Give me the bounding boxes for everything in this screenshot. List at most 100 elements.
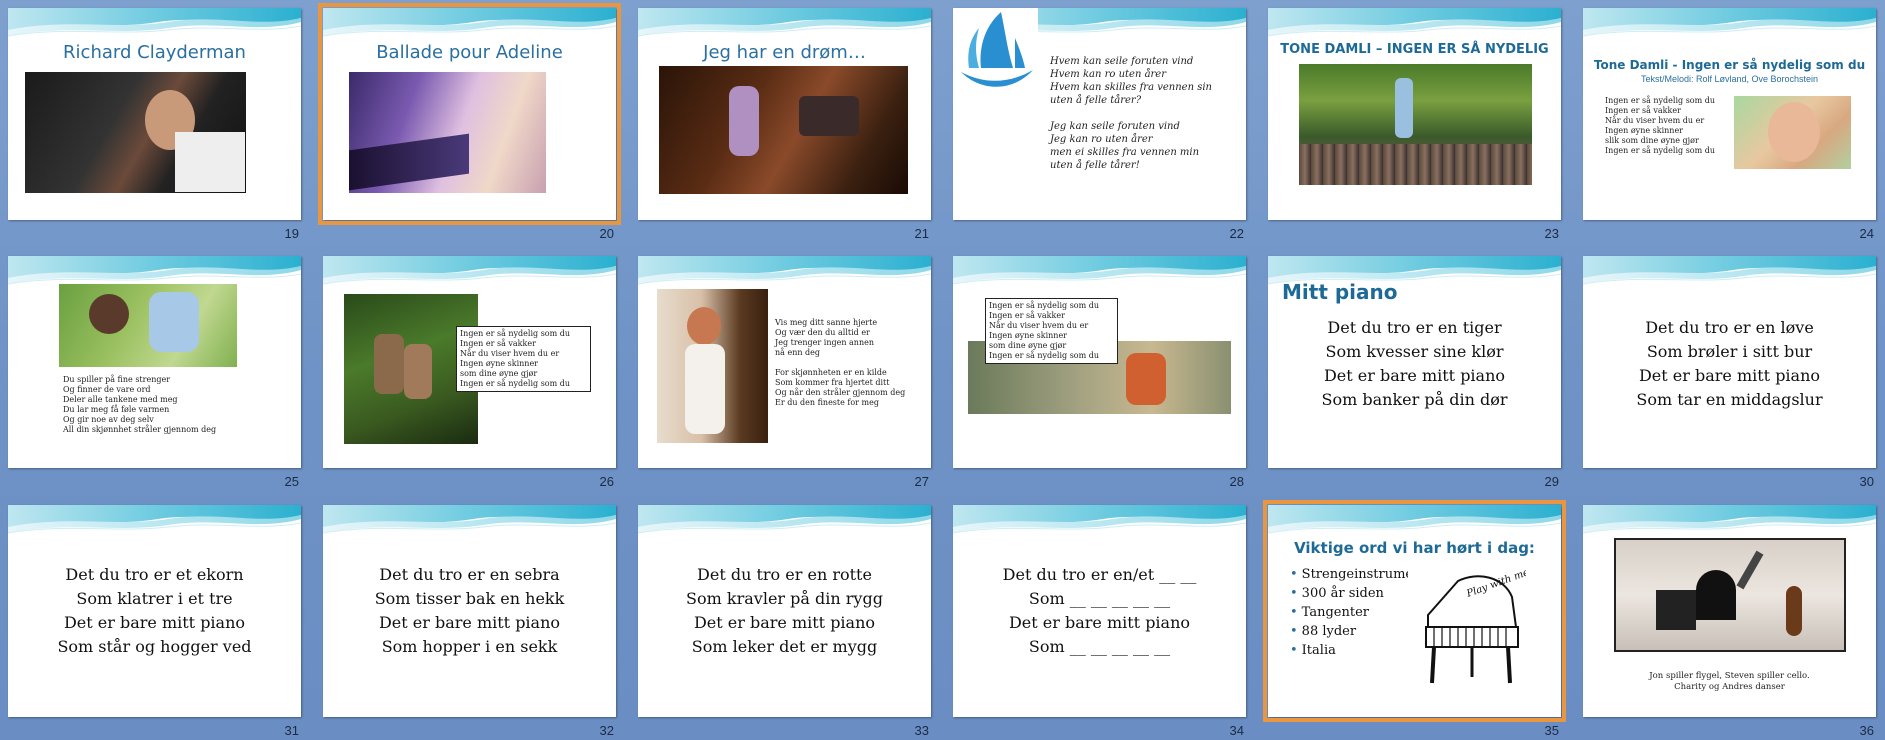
slide-25-thumbnail[interactable]: Du spiller på fine strenger Og finner de… bbox=[8, 256, 301, 468]
word-list-item: Italia bbox=[1290, 641, 1427, 660]
slide-30[interactable]: Det du tro er en løve Som brøler i sitt … bbox=[1583, 256, 1876, 489]
slide-21-thumbnail[interactable]: Jeg har en drøm… bbox=[638, 8, 931, 220]
song-lyrics: Du spiller på fine strenger Og finner de… bbox=[63, 375, 217, 434]
slide-36-thumbnail[interactable]: Jon spiller flygel, Steven spiller cello… bbox=[1583, 505, 1876, 717]
slide-33-thumbnail[interactable]: Det du tro er en rotte Som kravler på di… bbox=[638, 505, 931, 717]
poem-line: Som hopper i en sekk bbox=[381, 637, 558, 656]
poem-line: Som står og hogger ved bbox=[57, 637, 252, 656]
slide-24[interactable]: Tone Damli - Ingen er så nydelig som du … bbox=[1583, 8, 1876, 241]
piano-performance-photo bbox=[349, 72, 546, 193]
slide-28-thumbnail[interactable]: Ingen er så nydelig som du Ingen er så v… bbox=[953, 256, 1246, 468]
slide-29[interactable]: Mitt piano Det du tro er en tiger Som kv… bbox=[1268, 256, 1561, 489]
slide-20[interactable]: Ballade pour Adeline 20 bbox=[318, 3, 621, 241]
slide-26[interactable]: Ingen er så nydelig som du Ingen er så v… bbox=[323, 256, 616, 489]
slide-title: Richard Clayderman bbox=[63, 42, 246, 63]
poem-line: Det er bare mitt piano bbox=[1323, 366, 1506, 385]
song-lyrics: Ingen er så nydelig som du Ingen er så v… bbox=[1605, 96, 1716, 155]
wave-decoration bbox=[1583, 8, 1876, 48]
word-list-item: 300 år siden bbox=[1290, 584, 1427, 603]
father-child-photo bbox=[59, 284, 237, 367]
smiling-boy-photo bbox=[1734, 96, 1851, 169]
slide-title: Mitt piano bbox=[1282, 280, 1398, 304]
poem-line: Det du tro er en tiger bbox=[1327, 318, 1502, 337]
song-lyrics: Vis meg ditt sanne hjerte Og vær den du … bbox=[775, 318, 906, 407]
slide-22[interactable]: Hvem kan seile foruten vind Hvem kan ro … bbox=[953, 8, 1246, 241]
slide-title: Jeg har en drøm… bbox=[703, 42, 866, 63]
slide-32[interactable]: Det du tro er en sebra Som tisser bak en… bbox=[323, 505, 616, 738]
slide-35-thumbnail[interactable]: Viktige ord vi har hørt i dag: Strengein… bbox=[1263, 500, 1566, 722]
poem-line: Som kvesser sine klør bbox=[1325, 342, 1504, 361]
slide-19-thumbnail[interactable]: Richard Clayderman bbox=[8, 8, 301, 220]
slide-31[interactable]: Det du tro er et ekorn Som klatrer i et … bbox=[8, 505, 301, 738]
wave-decoration bbox=[953, 505, 1246, 545]
poem-text: Det du tro er en sebra Som tisser bak en… bbox=[323, 563, 616, 659]
poem-line: Det du tro er en/et __ __ bbox=[1002, 565, 1197, 584]
wave-decoration bbox=[8, 505, 301, 545]
slide-title: TONE DAMLI – INGEN ER SÅ NYDELIG bbox=[1280, 42, 1549, 57]
poem-line: Som klatrer i et tre bbox=[76, 589, 233, 608]
poem-line: Som __ __ __ __ __ bbox=[1028, 637, 1171, 656]
slide-31-thumbnail[interactable]: Det du tro er et ekorn Som klatrer i et … bbox=[8, 505, 301, 717]
slide-35[interactable]: Viktige ord vi har hørt i dag: Strengein… bbox=[1263, 500, 1566, 738]
photo-caption: Jon spiller flygel, Steven spiller cello… bbox=[1649, 671, 1810, 692]
piano-drawing-icon: Play with me bbox=[1408, 567, 1531, 691]
word-list-item: 88 lyder bbox=[1290, 622, 1427, 641]
slide-number: 36 bbox=[1859, 723, 1874, 738]
slide-number: 32 bbox=[599, 723, 614, 738]
poem-line: Som tar en middagslur bbox=[1636, 390, 1823, 409]
wave-decoration bbox=[953, 256, 1246, 296]
slide-19[interactable]: Richard Clayderman 19 bbox=[8, 8, 301, 241]
slide-number: 30 bbox=[1859, 474, 1874, 489]
slide-title: Tone Damli - Ingen er så nydelig som du bbox=[1593, 58, 1866, 72]
slide-25[interactable]: Du spiller på fine strenger Og finner de… bbox=[8, 256, 301, 489]
slide-number: 21 bbox=[914, 226, 929, 241]
slide-34[interactable]: Det du tro er en/et __ __ Som __ __ __ _… bbox=[953, 505, 1246, 738]
slide-subtitle: Tekst/Melodi: Rolf Løvland, Ove Borochst… bbox=[1640, 74, 1819, 84]
word-list-item: Strengeinstrument bbox=[1290, 565, 1427, 584]
slide-number: 29 bbox=[1544, 474, 1559, 489]
poem-line: Det er bare mitt piano bbox=[1638, 366, 1821, 385]
poem-text: Det du tro er et ekorn Som klatrer i et … bbox=[8, 563, 301, 659]
slide-23[interactable]: TONE DAMLI – INGEN ER SÅ NYDELIG 23 bbox=[1268, 8, 1561, 241]
slide-number: 24 bbox=[1859, 226, 1874, 241]
slide-26-thumbnail[interactable]: Ingen er så nydelig som du Ingen er så v… bbox=[323, 256, 616, 468]
slide-title: Ballade pour Adeline bbox=[376, 42, 563, 63]
slide-36[interactable]: Jon spiller flygel, Steven spiller cello… bbox=[1583, 505, 1876, 738]
slide-28[interactable]: Ingen er så nydelig som du Ingen er så v… bbox=[953, 256, 1246, 489]
slide-34-thumbnail[interactable]: Det du tro er en/et __ __ Som __ __ __ _… bbox=[953, 505, 1246, 717]
slide-27[interactable]: Vis meg ditt sanne hjerte Og vær den du … bbox=[638, 256, 931, 489]
slide-number: 33 bbox=[914, 723, 929, 738]
slide-22-thumbnail[interactable]: Hvem kan seile foruten vind Hvem kan ro … bbox=[953, 8, 1246, 220]
poem-text: Det du tro er en rotte Som kravler på di… bbox=[638, 563, 931, 659]
slide-30-thumbnail[interactable]: Det du tro er en løve Som brøler i sitt … bbox=[1583, 256, 1876, 468]
poem-line: Det er bare mitt piano bbox=[63, 613, 246, 632]
slide-33[interactable]: Det du tro er en rotte Som kravler på di… bbox=[638, 505, 931, 738]
poem-line: Det du tro er en rotte bbox=[697, 565, 872, 584]
slide-20-thumbnail[interactable]: Ballade pour Adeline bbox=[318, 3, 621, 225]
slide-24-thumbnail[interactable]: Tone Damli - Ingen er så nydelig som du … bbox=[1583, 8, 1876, 220]
slide-23-thumbnail[interactable]: TONE DAMLI – INGEN ER SÅ NYDELIG bbox=[1268, 8, 1561, 220]
slide-number: 34 bbox=[1229, 723, 1244, 738]
concert-stage-photo bbox=[1299, 64, 1532, 185]
slide-title: Viktige ord vi har hørt i dag: bbox=[1294, 539, 1535, 557]
movie-scene-photo bbox=[659, 66, 908, 194]
slide-32-thumbnail[interactable]: Det du tro er en sebra Som tisser bak en… bbox=[323, 505, 616, 717]
sailboat-logo-icon bbox=[953, 8, 1038, 96]
poem-line: Det er bare mitt piano bbox=[378, 613, 561, 632]
poem-text: Det du tro er en løve Som brøler i sitt … bbox=[1583, 316, 1876, 412]
poem-line: Det er bare mitt piano bbox=[1008, 613, 1191, 632]
slide-number: 26 bbox=[599, 474, 614, 489]
song-lyrics: Hvem kan seile foruten vind Hvem kan ro … bbox=[1050, 56, 1212, 171]
wave-decoration bbox=[323, 505, 616, 545]
slide-27-thumbnail[interactable]: Vis meg ditt sanne hjerte Og vær den du … bbox=[638, 256, 931, 468]
slide-number: 19 bbox=[284, 226, 299, 241]
slide-number: 31 bbox=[284, 723, 299, 738]
poem-line: Som tisser bak en hekk bbox=[374, 589, 565, 608]
word-list: Strengeinstrument 300 år siden Tangenter… bbox=[1290, 565, 1427, 660]
slide-number: 35 bbox=[1544, 723, 1559, 738]
slide-21[interactable]: Jeg har en drøm… 21 bbox=[638, 8, 931, 241]
poem-line: Det du tro er en løve bbox=[1645, 318, 1814, 337]
slide-number: 22 bbox=[1229, 226, 1244, 241]
musicians-dancers-photo bbox=[1614, 538, 1846, 652]
slide-29-thumbnail[interactable]: Mitt piano Det du tro er en tiger Som kv… bbox=[1268, 256, 1561, 468]
